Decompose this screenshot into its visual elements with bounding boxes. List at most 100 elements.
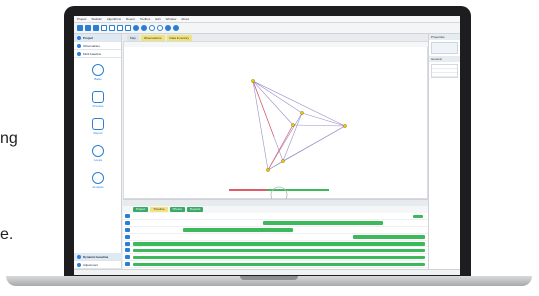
map-ruler bbox=[124, 42, 429, 47]
tool-process[interactable]: Process bbox=[84, 91, 112, 108]
timeline-row[interactable] bbox=[123, 234, 428, 241]
magnifier-icon bbox=[92, 172, 104, 184]
properties-title: Properties bbox=[429, 34, 460, 40]
properties-panel: Properties General bbox=[428, 34, 460, 275]
session-bar bbox=[263, 221, 383, 225]
timeline-row[interactable] bbox=[123, 254, 428, 262]
tool-analysis[interactable]: Analysis bbox=[84, 172, 112, 189]
receiver-icon bbox=[125, 227, 130, 232]
toolbar bbox=[74, 23, 460, 34]
station-point[interactable] bbox=[343, 124, 347, 128]
tab-project[interactable]: Project bbox=[133, 207, 149, 212]
station-point[interactable] bbox=[266, 168, 270, 172]
laptop-screen: Project Statistic Algorithms Report Tool… bbox=[74, 16, 460, 275]
session-bar bbox=[133, 255, 425, 260]
network-icon bbox=[92, 91, 104, 103]
timeline-tabs: Project Timeline Photos Reports bbox=[123, 206, 428, 213]
session-bar bbox=[183, 228, 293, 232]
properties-icons bbox=[431, 42, 458, 54]
receiver-icon bbox=[125, 234, 130, 239]
tool-loops-label: Loops bbox=[93, 158, 103, 162]
timeline-row[interactable] bbox=[123, 220, 428, 227]
tool-report[interactable]: Report bbox=[84, 118, 112, 135]
left-panel-bottom: Dynamic baseline Adjustment bbox=[74, 253, 122, 269]
menu-item-toolbox[interactable]: Toolbox bbox=[140, 16, 150, 22]
scale-bar-segment bbox=[229, 189, 267, 191]
menu-item-project[interactable]: Project bbox=[77, 16, 86, 22]
timeline-row[interactable] bbox=[123, 241, 428, 248]
dynamic-baseline-label: Dynamic baseline bbox=[83, 254, 109, 259]
tool-basic[interactable]: Basic bbox=[84, 64, 112, 81]
document-tabs: Map Observations Data Inventory bbox=[123, 34, 428, 41]
observables-label: Observables bbox=[83, 43, 100, 48]
baseline-line bbox=[301, 112, 346, 127]
tool-report-label: Report bbox=[93, 131, 103, 135]
info-icon[interactable] bbox=[165, 25, 171, 31]
laptop-notch bbox=[240, 276, 298, 280]
menu-item-report[interactable]: Report bbox=[126, 16, 135, 22]
baseline-line bbox=[252, 80, 346, 127]
adjustment-icon bbox=[77, 262, 81, 267]
station-point[interactable] bbox=[300, 111, 304, 115]
left-panel: Project Observables Multi baseline Basic… bbox=[74, 34, 122, 275]
tool-process-label: Process bbox=[92, 104, 104, 108]
receiver-icon bbox=[125, 262, 130, 267]
observables-icon bbox=[77, 43, 81, 48]
adjustment-item[interactable]: Adjustment bbox=[74, 261, 122, 269]
document-icon bbox=[92, 118, 104, 130]
menu-item-window[interactable]: Window bbox=[166, 16, 177, 22]
multi-baseline-icon bbox=[77, 51, 81, 56]
session-bar bbox=[413, 214, 423, 218]
session-bar bbox=[133, 248, 425, 253]
pointer-icon[interactable] bbox=[117, 25, 123, 31]
receiver-icon bbox=[125, 220, 130, 225]
globe-icon bbox=[92, 64, 104, 76]
open-icon[interactable] bbox=[85, 25, 91, 31]
new-icon[interactable] bbox=[93, 25, 99, 31]
receiver-icon bbox=[125, 214, 130, 218]
receiver-icon bbox=[125, 248, 130, 253]
network-map[interactable] bbox=[123, 41, 429, 200]
baseline-line bbox=[292, 124, 346, 127]
station-point[interactable] bbox=[281, 159, 285, 163]
session-timeline bbox=[123, 213, 428, 275]
menu-item-algorithms[interactable]: Algorithms bbox=[107, 16, 121, 22]
menu-item-about[interactable]: About bbox=[181, 16, 189, 22]
side-text-bottom: e. bbox=[0, 226, 14, 243]
multi-baseline-label: Multi baseline bbox=[83, 51, 102, 56]
tab-reports[interactable]: Reports bbox=[186, 207, 204, 212]
baseline-line bbox=[252, 80, 269, 171]
move-icon[interactable] bbox=[125, 25, 131, 31]
station-point[interactable] bbox=[251, 79, 255, 83]
network-plot bbox=[124, 42, 429, 200]
receiver-icon bbox=[125, 255, 130, 260]
tool-loops[interactable]: Loops bbox=[84, 145, 112, 162]
project-icon bbox=[77, 35, 81, 40]
tab-photos[interactable]: Photos bbox=[169, 207, 185, 212]
menu-item-edit[interactable]: Edit bbox=[155, 16, 160, 22]
timeline-row[interactable] bbox=[123, 247, 428, 255]
redo-icon[interactable] bbox=[109, 25, 115, 31]
refresh-icon[interactable] bbox=[157, 25, 163, 31]
menu-item-statistic[interactable]: Statistic bbox=[91, 16, 102, 22]
project-label: Project bbox=[83, 35, 94, 40]
session-bar bbox=[353, 235, 425, 239]
session-bar bbox=[133, 242, 425, 246]
dynamic-baseline-icon bbox=[77, 254, 81, 259]
timeline-row[interactable] bbox=[123, 227, 428, 234]
search-icon[interactable] bbox=[149, 25, 155, 31]
help-icon[interactable] bbox=[173, 25, 179, 31]
zoom-out-icon[interactable] bbox=[141, 25, 147, 31]
zoom-in-icon[interactable] bbox=[133, 25, 139, 31]
tab-timeline[interactable]: Timeline bbox=[150, 207, 168, 212]
multi-baseline-item[interactable]: Multi baseline bbox=[74, 50, 121, 58]
loop-icon bbox=[92, 145, 104, 157]
undo-icon[interactable] bbox=[101, 25, 107, 31]
baseline-line bbox=[282, 125, 346, 162]
timeline-header bbox=[123, 199, 428, 206]
timeline-row[interactable] bbox=[123, 213, 428, 220]
save-icon[interactable] bbox=[77, 25, 83, 31]
tool-basic-label: Basic bbox=[94, 77, 102, 81]
station-point[interactable] bbox=[291, 123, 295, 127]
timeline-row[interactable] bbox=[123, 261, 428, 269]
